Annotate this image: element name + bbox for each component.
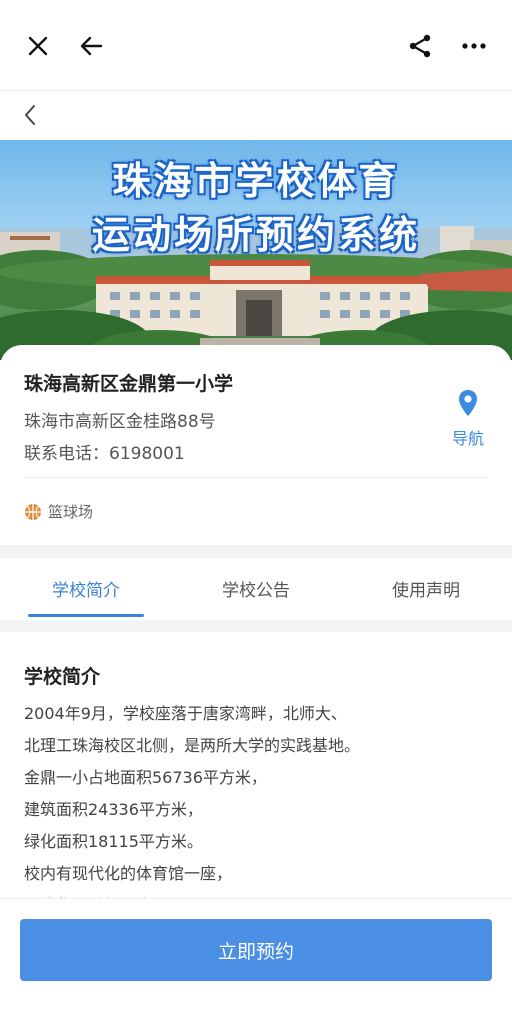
book-now-button[interactable]: 立即预约 [20, 919, 492, 981]
close-icon[interactable] [20, 28, 56, 64]
divider [24, 477, 488, 478]
tab-school-intro[interactable]: 学校简介 [16, 576, 156, 601]
intro-line: 建筑面积24336平方米， [24, 800, 203, 819]
active-tab-indicator [28, 614, 144, 617]
sub-nav-bar [0, 90, 512, 140]
banner-title-line1: 珠海市学校体育 [112, 159, 400, 203]
school-info-card: 珠海高新区金鼎第一小学 珠海市高新区金桂路88号 联系电话：6198001 导航… [0, 345, 512, 545]
facility-tag-basketball: 篮球场 [24, 501, 93, 522]
location-pin-icon [459, 390, 477, 416]
bottom-action-bar: 立即预约 [0, 898, 512, 1024]
intro-line: 金鼎一小占地面积56736平方米， [24, 768, 267, 787]
share-icon[interactable] [402, 28, 438, 64]
more-icon[interactable] [456, 28, 492, 64]
intro-line: 校内有现代化的体育馆一座， [24, 864, 233, 883]
school-name: 珠海高新区金鼎第一小学 [24, 373, 234, 395]
navigation-button[interactable]: 导航 [444, 389, 492, 448]
facility-label: 篮球场 [48, 503, 94, 521]
tab-usage-statement[interactable]: 使用声明 [356, 576, 496, 601]
banner-title-line2: 运动场所预约系统 [91, 213, 420, 257]
intro-title: 学校简介 [24, 666, 101, 688]
tab-bar: 学校简介 学校公告 使用声明 [0, 558, 512, 620]
school-phone[interactable]: 联系电话：6198001 [24, 439, 185, 464]
chevron-left-icon[interactable] [12, 97, 48, 133]
intro-text: 2004年9月，学校座落于唐家湾畔，北师大、 北理工珠海校区北侧，是两所大学的实… [24, 698, 360, 902]
intro-section: 学校简介 2004年9月，学校座落于唐家湾畔，北师大、 北理工珠海校区北侧，是两… [0, 632, 512, 902]
tab-school-notices[interactable]: 学校公告 [186, 576, 326, 601]
school-address: 珠海市高新区金桂路88号 [24, 412, 216, 432]
intro-line: 绿化面积18115平方米。 [24, 832, 203, 851]
intro-line: 北理工珠海校区北侧，是两所大学的实践基地。 [24, 736, 361, 755]
navigation-label: 导航 [451, 429, 484, 448]
banner-image: 珠海市学校体育 运动场所预约系统 [0, 140, 512, 360]
top-bar [0, 0, 512, 90]
arrow-left-icon[interactable] [74, 28, 110, 64]
intro-line: 2004年9月，学校座落于唐家湾畔，北师大、 [24, 704, 347, 723]
basketball-icon [25, 503, 41, 520]
